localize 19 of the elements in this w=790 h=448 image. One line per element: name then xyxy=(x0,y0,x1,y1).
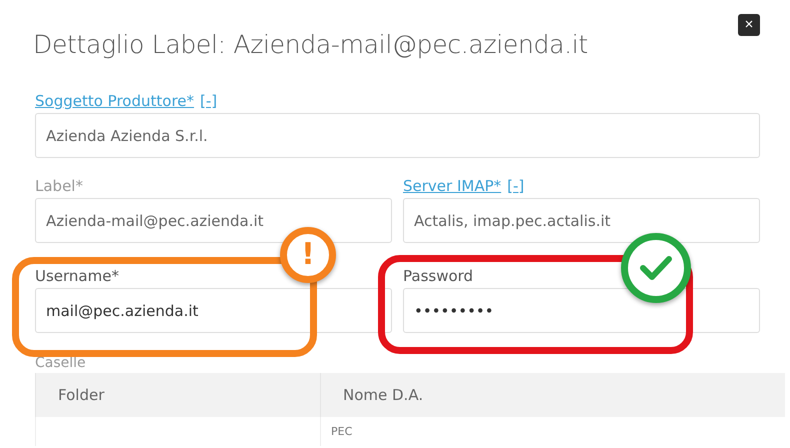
producer-field[interactable]: Azienda Azienda S.r.l. xyxy=(35,113,760,158)
field-label: Password xyxy=(403,267,474,285)
column-header: Nome D.A. xyxy=(320,373,785,417)
field-label: Label* xyxy=(35,177,83,195)
username-field[interactable]: mail@pec.azienda.it xyxy=(35,288,392,333)
warning-badge: ! xyxy=(280,227,336,283)
dialog-title: Dettaglio Label: Azienda-mail@pec.azienda.it xyxy=(33,30,588,59)
section-label: Caselle xyxy=(35,355,87,371)
collapse-link[interactable]: [-] xyxy=(200,92,218,110)
producer-link[interactable]: Soggetto Produttore* xyxy=(35,92,194,110)
column-header: Folder xyxy=(35,373,320,417)
label-field[interactable]: Azienda-mail@pec.azienda.it xyxy=(35,198,392,243)
server-field[interactable]: Actalis, imap.pec.actalis.it xyxy=(403,198,760,243)
table-cell: PEC xyxy=(320,417,785,446)
server-link[interactable]: Server IMAP* xyxy=(403,177,502,195)
close-button[interactable]: × xyxy=(738,14,760,36)
password-field[interactable]: ••••••••• xyxy=(403,288,760,333)
field-label: Username* xyxy=(35,267,119,285)
collapse-link[interactable]: [-] xyxy=(507,177,524,195)
